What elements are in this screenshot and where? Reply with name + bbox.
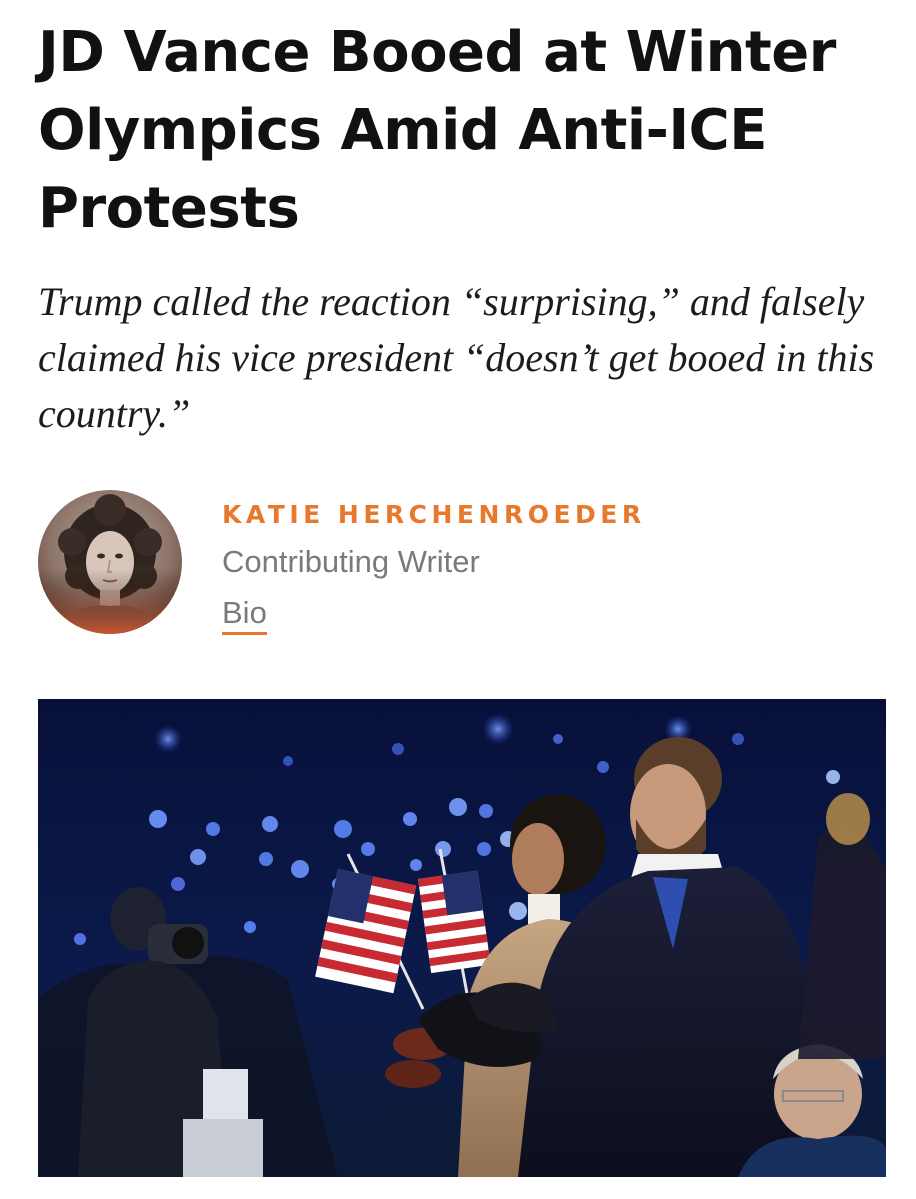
article: JD Vance Booed at Winter Olympics Amid A… [0,0,916,1199]
article-subheadline: Trump called the reaction “surprising,” … [38,279,875,436]
author-bio-link[interactable]: Bio [222,596,267,635]
author-role: Contributing Writer [222,544,480,579]
author-avatar[interactable] [38,490,182,634]
author-byline: KATIE HERCHENROEDER Contributing Writer … [38,490,878,640]
author-name[interactable]: KATIE HERCHENROEDER [222,500,646,529]
article-hero-image [38,699,886,1177]
article-headline: JD Vance Booed at Winter Olympics Amid A… [38,20,836,241]
